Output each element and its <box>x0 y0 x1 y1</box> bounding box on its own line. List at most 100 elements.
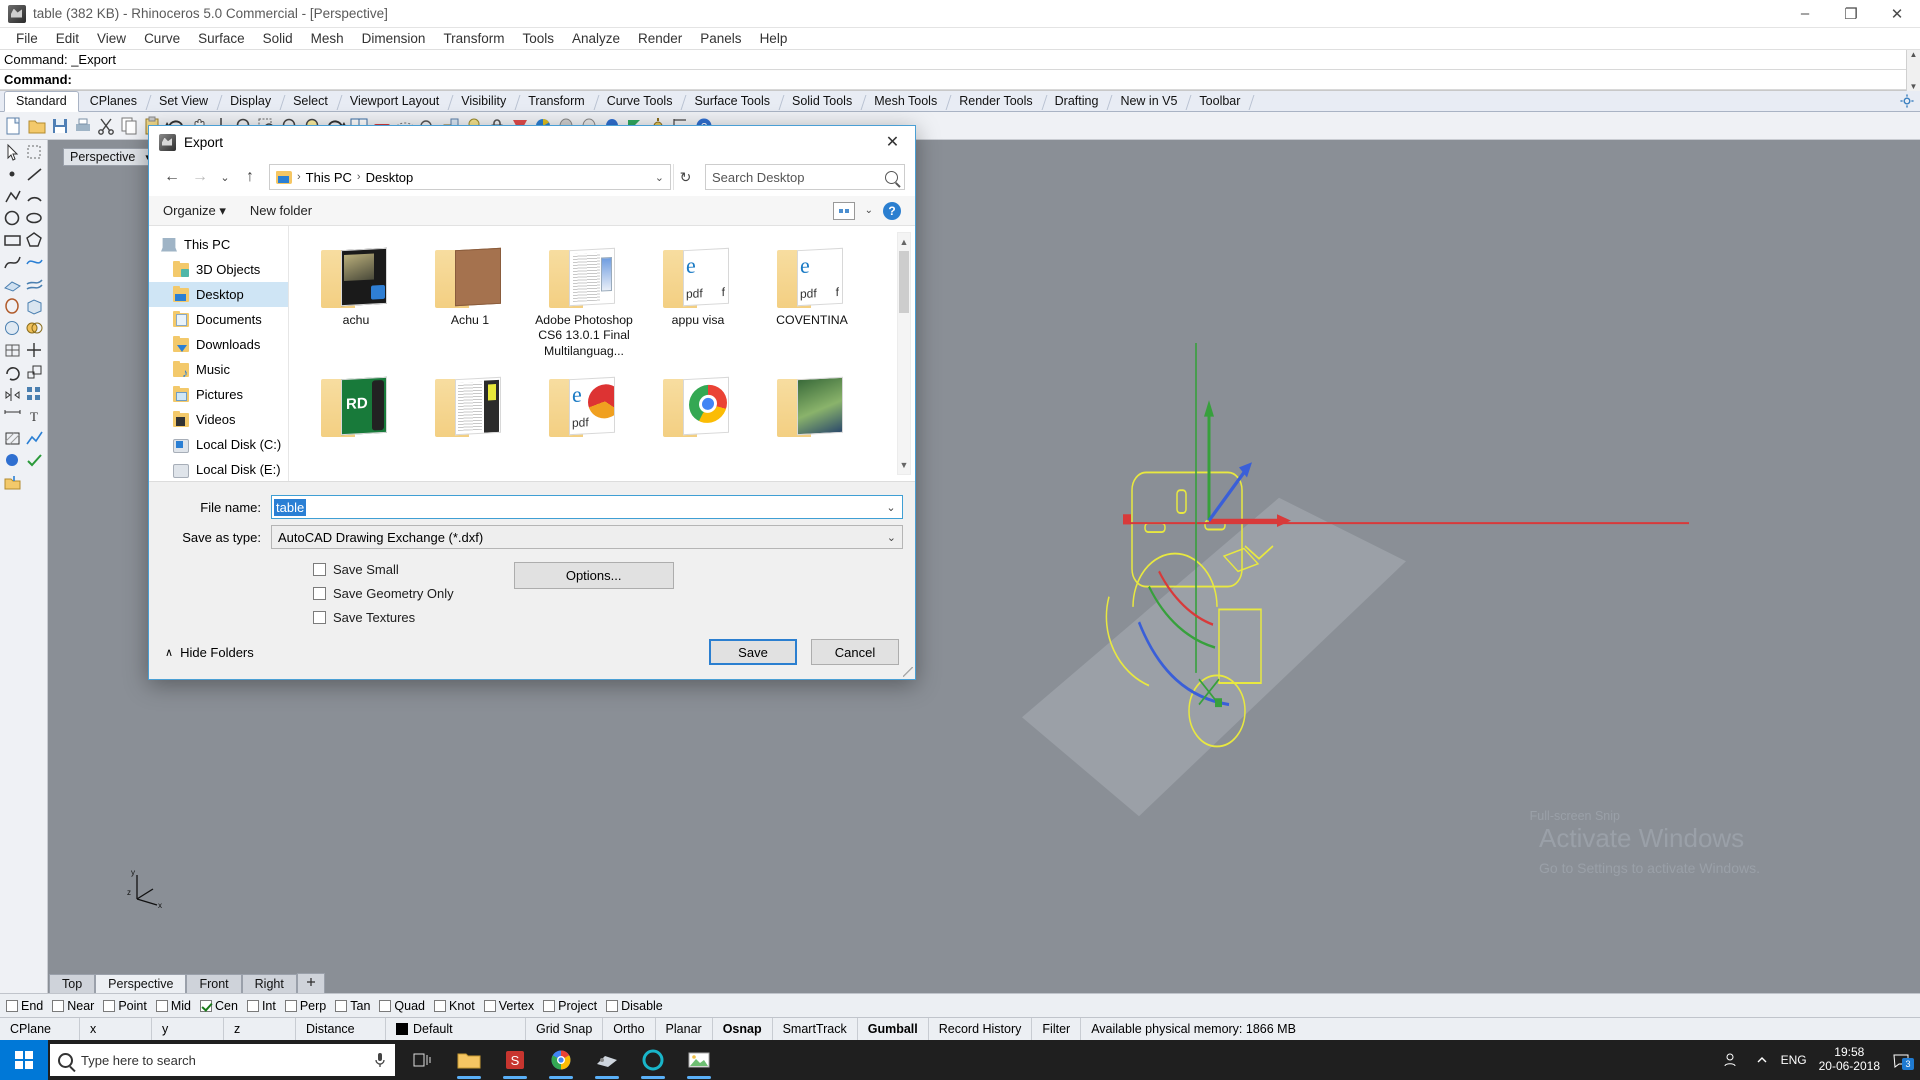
clock[interactable]: 19:58 20-06-2018 <box>1819 1045 1880 1074</box>
copy-icon[interactable] <box>118 115 140 137</box>
toolbar-tab-transform[interactable]: Transform <box>517 92 596 111</box>
minimize-button[interactable]: – <box>1782 0 1828 28</box>
dimension-tool-icon[interactable] <box>2 406 23 427</box>
osnap-end-checkbox[interactable] <box>6 999 18 1012</box>
maximize-button[interactable]: ❐ <box>1828 0 1874 28</box>
file-item[interactable]: Adobe Photoshop CS6 13.0.1 Final Multila… <box>527 236 641 365</box>
up-button[interactable]: ↑ <box>237 164 263 190</box>
osnap-mid-checkbox[interactable] <box>155 999 168 1012</box>
save-textures-option[interactable]: Save Textures <box>313 610 454 625</box>
toolbar-tab-new-in-v5[interactable]: New in V5 <box>1109 92 1188 111</box>
save-as-type-dropdown-icon[interactable]: ⌄ <box>887 531 896 544</box>
osnap-disable-checkbox[interactable] <box>606 999 619 1012</box>
arc-icon[interactable] <box>24 186 45 207</box>
status-gumball[interactable]: Gumball <box>858 1017 929 1041</box>
scale-icon[interactable] <box>24 362 45 383</box>
toolbar-tab-display[interactable]: Display <box>219 92 282 111</box>
status-record-history[interactable]: Record History <box>929 1017 1033 1041</box>
open-file-icon[interactable] <box>26 115 48 137</box>
status-layer[interactable]: Default <box>386 1017 526 1041</box>
file-list-scrollbar[interactable]: ▲ ▼ <box>897 232 911 475</box>
hatch-icon[interactable] <box>2 428 23 449</box>
toolbar-tab-render-tools[interactable]: Render Tools <box>948 92 1043 111</box>
save-small-option[interactable]: Save Small <box>313 562 454 577</box>
check-tool-icon[interactable] <box>24 450 45 471</box>
toolbar-tab-surface-tools[interactable]: Surface Tools <box>683 92 781 111</box>
show-hidden-icons-icon[interactable] <box>1755 1053 1769 1067</box>
status-smarttrack[interactable]: SmartTrack <box>773 1017 858 1041</box>
taskbar-search-box[interactable]: Type here to search <box>50 1044 395 1076</box>
osnap-tan[interactable]: Tan <box>335 999 370 1013</box>
menu-item-panels[interactable]: Panels <box>691 29 750 48</box>
cut-icon[interactable] <box>95 115 117 137</box>
tree-item-local-disk-c[interactable]: Local Disk (C:) <box>149 432 288 457</box>
cancel-button[interactable]: Cancel <box>811 639 899 665</box>
toolbar-tab-visibility[interactable]: Visibility <box>450 92 517 111</box>
viewport-tab-perspective[interactable]: Perspective <box>95 974 187 993</box>
taskbar-photos[interactable] <box>677 1040 721 1080</box>
start-button[interactable] <box>0 1040 48 1080</box>
render-tool-icon[interactable] <box>2 450 23 471</box>
menu-item-tools[interactable]: Tools <box>513 29 563 48</box>
osnap-perp[interactable]: Perp <box>284 999 326 1013</box>
help-icon[interactable]: ? <box>883 201 901 220</box>
tree-item-documents[interactable]: Documents <box>149 307 288 332</box>
osnap-quad-checkbox[interactable] <box>379 999 392 1012</box>
save-button[interactable]: Save <box>709 639 797 665</box>
tree-item-pictures[interactable]: Pictures <box>149 382 288 407</box>
file-name-input[interactable]: table ⌄ <box>271 495 903 519</box>
osnap-end[interactable]: End <box>6 999 43 1013</box>
file-item[interactable]: e pdf f COVENTINA <box>755 236 869 365</box>
curve-icon[interactable] <box>2 252 23 273</box>
dialog-close-button[interactable]: ✕ <box>870 126 915 158</box>
save-geometry-only-checkbox[interactable] <box>313 587 326 600</box>
osnap-project[interactable]: Project <box>543 999 597 1013</box>
close-button[interactable]: ✕ <box>1874 0 1920 28</box>
revolve-icon[interactable] <box>2 296 23 317</box>
save-textures-checkbox[interactable] <box>313 611 326 624</box>
file-item[interactable] <box>413 365 527 448</box>
osnap-knot[interactable]: Knot <box>434 999 475 1013</box>
microphone-icon[interactable] <box>373 1051 387 1069</box>
osnap-vertex-checkbox[interactable] <box>483 999 496 1012</box>
toolbar-tab-select[interactable]: Select <box>282 92 339 111</box>
freeform-curve-icon[interactable] <box>24 252 45 273</box>
options-button[interactable]: Options... <box>513 562 674 589</box>
breadcrumb-desktop[interactable]: Desktop <box>366 170 414 185</box>
save-icon[interactable] <box>49 115 71 137</box>
sphere-icon[interactable] <box>2 318 23 339</box>
menu-item-render[interactable]: Render <box>629 29 691 48</box>
box-icon[interactable] <box>24 296 45 317</box>
tree-item-local-disk-e[interactable]: Local Disk (E:) <box>149 457 288 481</box>
menu-item-view[interactable]: View <box>88 29 135 48</box>
task-view-button[interactable] <box>401 1040 445 1080</box>
toolbar-tab-drafting[interactable]: Drafting <box>1044 92 1110 111</box>
osnap-int[interactable]: Int <box>246 999 276 1013</box>
toolbar-options-gear-icon[interactable] <box>1900 94 1914 108</box>
file-list-pane[interactable]: achu Achu 1 Adobe Photoshop CS6 13.0.1 F… <box>289 226 915 481</box>
status-filter[interactable]: Filter <box>1032 1017 1082 1041</box>
mesh-icon[interactable] <box>2 340 23 361</box>
scroll-down-icon[interactable]: ▼ <box>898 458 910 472</box>
toolbar-tab-mesh-tools[interactable]: Mesh Tools <box>863 92 948 111</box>
status-planar[interactable]: Planar <box>656 1017 713 1041</box>
file-item[interactable]: e pdf <box>527 365 641 448</box>
viewport-tab-add-button[interactable] <box>296 973 325 993</box>
viewport-tab-top[interactable]: Top <box>49 974 96 993</box>
analyze-icon[interactable] <box>24 428 45 449</box>
rotate-icon[interactable] <box>2 362 23 383</box>
select-arrow-icon[interactable] <box>2 142 23 163</box>
transform-icon[interactable] <box>24 340 45 361</box>
organize-button[interactable]: Organize ▾ <box>163 203 226 219</box>
new-file-icon[interactable] <box>3 115 25 137</box>
scroll-up-icon[interactable]: ▲ <box>1907 50 1920 60</box>
menu-item-dimension[interactable]: Dimension <box>353 29 435 48</box>
breadcrumb-this-pc[interactable]: This PC <box>306 170 352 185</box>
polyline-icon[interactable] <box>2 186 23 207</box>
menu-item-solid[interactable]: Solid <box>254 29 302 48</box>
viewport-tab-right[interactable]: Right <box>241 974 297 993</box>
toolbar-tab-viewport-layout[interactable]: Viewport Layout <box>339 92 450 111</box>
osnap-disable[interactable]: Disable <box>606 999 663 1013</box>
change-view-icon[interactable] <box>832 201 855 220</box>
menu-item-surface[interactable]: Surface <box>189 29 254 48</box>
